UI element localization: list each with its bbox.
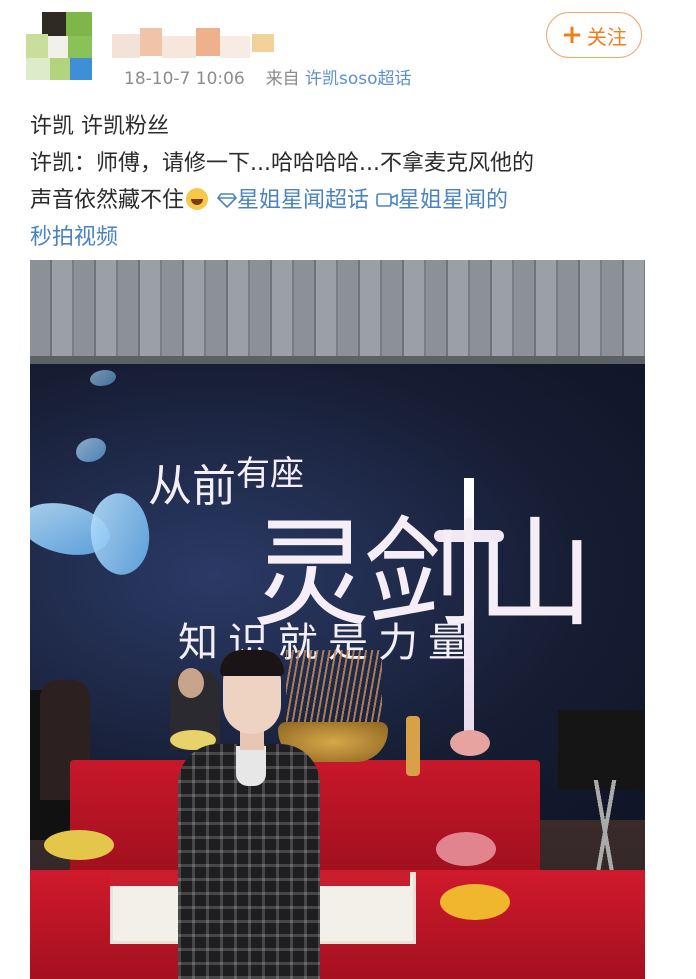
follow-button[interactable]: + 关注 xyxy=(546,12,642,58)
post-meta: 18-10-7 10:06 来自 许凯soso超话 xyxy=(124,64,411,89)
username-blurred[interactable] xyxy=(112,26,292,60)
fruit-plate xyxy=(44,830,114,860)
video-link-continued[interactable]: 秒拍视频 xyxy=(30,219,670,256)
butterfly-icon xyxy=(76,438,106,462)
avatar[interactable] xyxy=(26,12,94,82)
post-text-line: 许凯：师傅，请修一下...哈哈哈哈...不拿麦克风他的 xyxy=(30,151,534,176)
video-link-icon xyxy=(376,193,398,207)
fruit-plate xyxy=(440,884,510,920)
incense-sticks xyxy=(286,650,382,730)
follow-label: 关注 xyxy=(586,24,627,49)
topic-link[interactable]: 星姐星闻超话 xyxy=(216,188,370,213)
poster-title-part: 从前 xyxy=(148,461,236,512)
butterfly-icon xyxy=(90,370,116,386)
fruit-plate xyxy=(450,730,490,756)
post-body: 许凯 许凯粉丝 许凯：师傅，请修一下...哈哈哈哈...不拿麦克风他的 声音依然… xyxy=(30,108,670,256)
camera-right xyxy=(558,710,645,790)
background-person-head xyxy=(178,668,204,698)
person-hair xyxy=(220,650,284,676)
video-link[interactable]: 星姐星闻的 xyxy=(376,188,508,213)
video-link-label: 星姐星闻的 xyxy=(398,188,509,213)
post-header: 18-10-7 10:06 来自 许凯soso超话 + 关注 xyxy=(0,0,696,100)
candle xyxy=(406,716,420,776)
fruit-plate xyxy=(436,832,496,866)
post-image[interactable]: 从前有座 灵剑山 知识就是力量 xyxy=(30,260,645,979)
warehouse-wall xyxy=(30,260,645,365)
source-link[interactable]: 许凯soso超话 xyxy=(305,69,412,89)
person-shirt xyxy=(236,746,266,786)
post-text-line: 许凯 许凯粉丝 xyxy=(30,114,169,139)
topic-link-label: 星姐星闻超话 xyxy=(237,188,370,213)
diamond-icon xyxy=(216,193,238,209)
laugh-cry-emoji-icon xyxy=(186,188,209,210)
post-timestamp: 18-10-7 10:06 xyxy=(124,69,245,89)
post-text-line: 声音依然藏不住 星姐星闻超话 星姐星闻的 xyxy=(30,182,670,219)
plus-icon: + xyxy=(561,20,583,50)
post-text-segment: 声音依然藏不住 xyxy=(30,188,185,213)
source-prefix: 来自 xyxy=(265,69,300,89)
